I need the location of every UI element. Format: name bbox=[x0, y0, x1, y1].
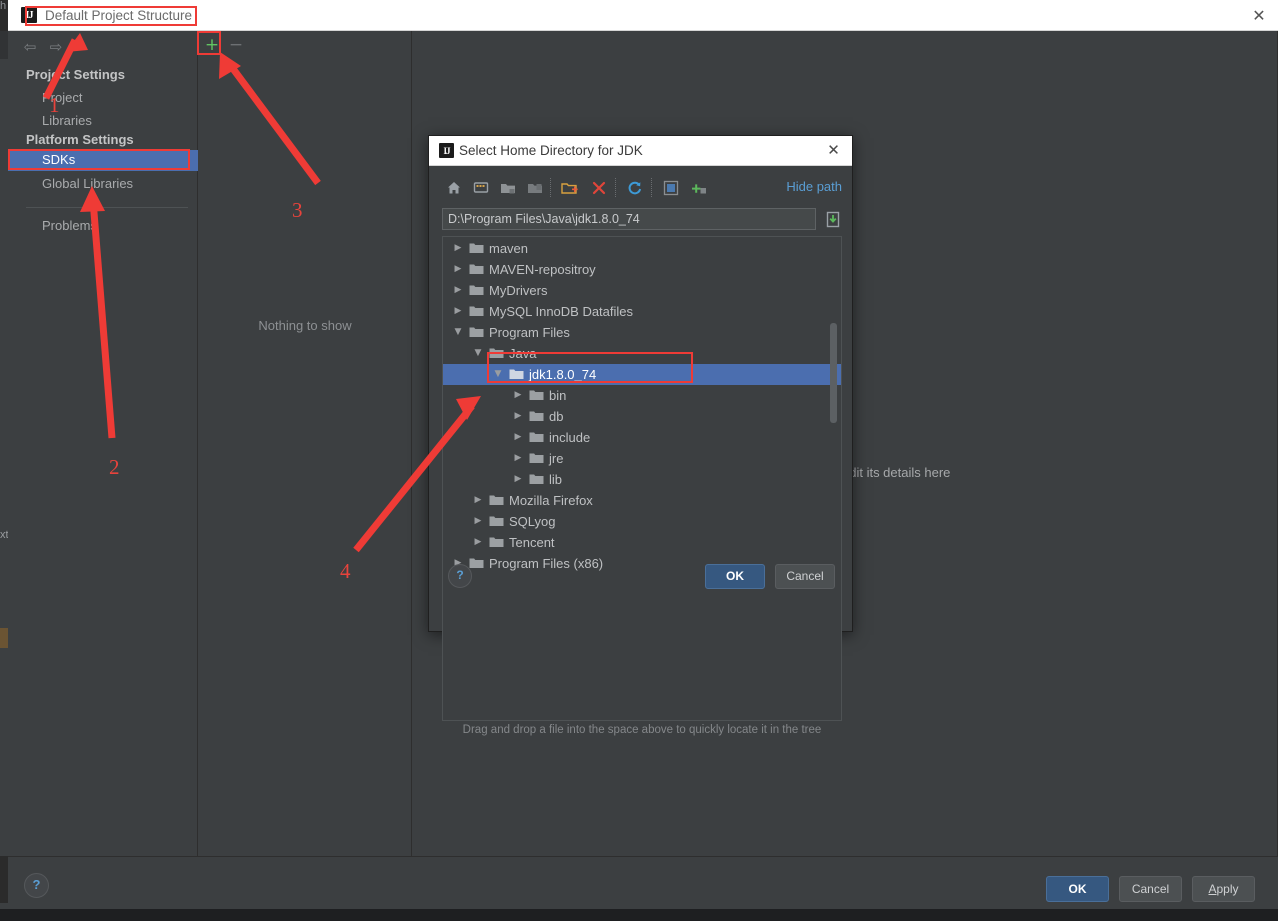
annotation-arrow-1 bbox=[42, 33, 481, 553]
app-root: xt IJ Default Project Structure ✕ h ⇦ ⇨ … bbox=[0, 0, 1278, 921]
